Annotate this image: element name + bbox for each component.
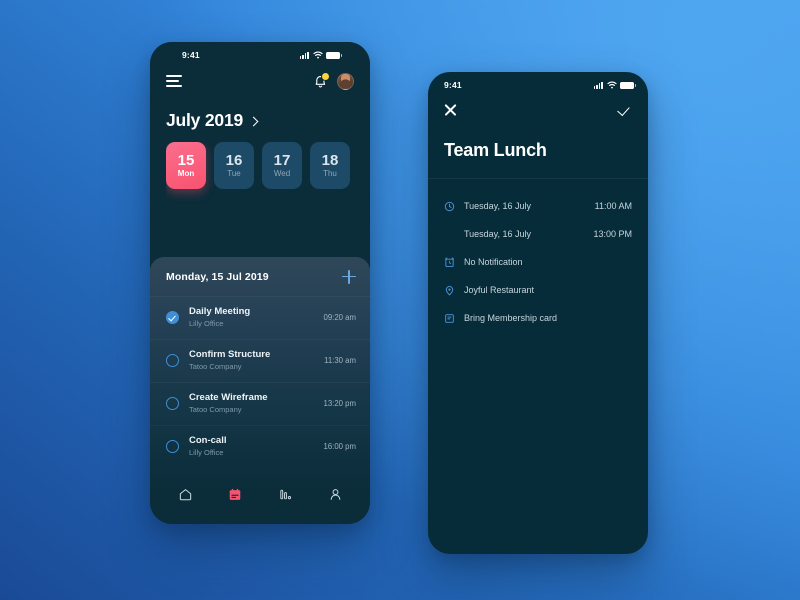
status-bar: 9:41 bbox=[166, 42, 354, 64]
status-time: 9:41 bbox=[182, 50, 200, 60]
task-subtitle: Lilly Office bbox=[189, 319, 224, 329]
bottom-tab-bar bbox=[150, 472, 370, 524]
clock-icon bbox=[444, 201, 455, 212]
task-checkbox[interactable] bbox=[166, 397, 179, 411]
event-start-date: Tuesday, 16 July bbox=[464, 201, 532, 211]
task-time: 16:00 pm bbox=[323, 441, 356, 451]
sidebar-item-home[interactable] bbox=[174, 483, 196, 505]
date-card[interactable]: 15 Mon bbox=[166, 142, 206, 189]
signal-bars-icon bbox=[593, 81, 603, 89]
task-title: Daily Meeting bbox=[189, 306, 251, 317]
task-title: Con-call bbox=[189, 434, 227, 446]
event-title: Team Lunch bbox=[428, 126, 648, 179]
date-card[interactable]: 18 Thu bbox=[310, 142, 350, 189]
selected-day-label: Monday, 15 Jul 2019 bbox=[166, 270, 269, 283]
status-icons bbox=[299, 51, 343, 59]
sidebar-item-stats[interactable] bbox=[274, 483, 296, 505]
event-note: Bring Membership card bbox=[464, 313, 558, 323]
avatar[interactable] bbox=[337, 72, 354, 90]
event-detail-list: Tuesday, 16 July 11:00 AM Tuesday, 16 Ju… bbox=[428, 179, 648, 332]
task-text: Daily Meeting Lilly Office bbox=[189, 306, 313, 330]
date-card[interactable]: 16 Tue bbox=[214, 142, 254, 189]
date-number: 17 bbox=[273, 152, 291, 169]
plus-icon[interactable] bbox=[342, 269, 356, 284]
chart-icon bbox=[279, 489, 291, 499]
app-showcase-canvas: 9:41 July 2019 15 Mon 16 Tue 17 Wed 18 T… bbox=[0, 0, 800, 600]
event-note-row[interactable]: Bring Membership card bbox=[444, 304, 632, 332]
header-actions bbox=[313, 72, 354, 90]
sidebar-item-calendar[interactable] bbox=[224, 483, 246, 505]
status-time: 9:41 bbox=[444, 80, 462, 90]
event-start-row[interactable]: Tuesday, 16 July 11:00 AM bbox=[444, 192, 632, 220]
task-text: Confirm Structure Tatoo Company bbox=[189, 349, 314, 373]
task-text: Create Wireframe Tatoo Company bbox=[189, 392, 313, 416]
sidebar-item-profile[interactable] bbox=[324, 483, 346, 505]
calendar-icon bbox=[229, 488, 241, 500]
page-title: July 2019 bbox=[166, 110, 244, 130]
month-selector[interactable]: July 2019 bbox=[166, 98, 354, 142]
location-pin-icon bbox=[444, 285, 455, 296]
person-icon bbox=[330, 488, 340, 500]
event-end-row[interactable]: Tuesday, 16 July 13:00 PM bbox=[444, 220, 632, 248]
event-location: Joyful Restaurant bbox=[464, 285, 535, 295]
notification-badge bbox=[321, 72, 330, 81]
date-number: 16 bbox=[225, 152, 243, 169]
signal-bars-icon bbox=[299, 51, 309, 59]
date-weekday: Thu bbox=[323, 169, 337, 178]
wifi-icon bbox=[312, 51, 323, 59]
task-time: 13:20 pm bbox=[323, 399, 356, 409]
task-row[interactable]: Create Wireframe Tatoo Company 13:20 pm bbox=[150, 381, 370, 425]
battery-icon bbox=[620, 81, 637, 89]
date-weekday: Mon bbox=[177, 169, 195, 178]
task-time: 11:30 am bbox=[324, 356, 356, 366]
phone-detail-screen: 9:41 Team Lunch Tuesday, 16 July 11:00 A… bbox=[428, 72, 648, 554]
task-subtitle: Lilly Office bbox=[189, 447, 224, 457]
task-subtitle: Tatoo Company bbox=[189, 362, 242, 372]
task-checkbox[interactable] bbox=[166, 354, 179, 368]
event-location-row[interactable]: Joyful Restaurant bbox=[444, 276, 632, 304]
bell-icon[interactable] bbox=[313, 72, 330, 89]
task-title: Confirm Structure bbox=[189, 348, 271, 360]
close-icon[interactable] bbox=[444, 104, 457, 117]
task-sheet-header: Monday, 15 Jul 2019 bbox=[150, 257, 370, 296]
spacer-icon bbox=[444, 229, 455, 240]
date-strip[interactable]: 15 Mon 16 Tue 17 Wed 18 Thu 19 Fri bbox=[166, 142, 354, 205]
home-top-bar bbox=[166, 64, 354, 98]
home-icon bbox=[179, 488, 191, 500]
task-checkbox[interactable] bbox=[166, 439, 179, 453]
event-notification: No Notification bbox=[464, 257, 523, 267]
task-row[interactable]: Con-call Lilly Office 16:00 pm bbox=[150, 424, 370, 468]
event-end-date: Tuesday, 16 July bbox=[464, 229, 532, 239]
detail-action-bar bbox=[428, 94, 648, 126]
home-header: 9:41 July 2019 15 Mon 16 Tue 17 Wed 18 T… bbox=[150, 42, 370, 205]
task-time: 09:20 am bbox=[323, 313, 356, 323]
status-bar: 9:41 bbox=[428, 72, 648, 94]
event-notification-row[interactable]: No Notification bbox=[444, 248, 632, 276]
date-weekday: Wed bbox=[273, 169, 291, 178]
hamburger-menu-icon[interactable] bbox=[166, 72, 182, 89]
battery-icon bbox=[326, 51, 343, 59]
event-end-time: 13:00 PM bbox=[593, 229, 632, 239]
date-number: 18 bbox=[321, 152, 339, 169]
task-sheet: Monday, 15 Jul 2019 Daily Meeting Lilly … bbox=[150, 257, 370, 524]
task-text: Con-call Lilly Office bbox=[189, 435, 313, 459]
note-icon bbox=[444, 313, 455, 324]
task-subtitle: Tatoo Company bbox=[189, 405, 242, 415]
wifi-icon bbox=[606, 81, 617, 89]
task-row[interactable]: Confirm Structure Tatoo Company 11:30 am bbox=[150, 338, 370, 382]
date-card[interactable]: 17 Wed bbox=[262, 142, 302, 189]
status-icons bbox=[593, 81, 637, 89]
task-title: Create Wireframe bbox=[189, 391, 268, 403]
date-weekday: Tue bbox=[227, 169, 241, 178]
alarm-clock-icon bbox=[444, 256, 455, 268]
check-icon[interactable] bbox=[617, 104, 632, 116]
task-row[interactable]: Daily Meeting Lilly Office 09:20 am bbox=[150, 296, 370, 339]
date-number: 15 bbox=[177, 152, 195, 169]
chevron-right-icon bbox=[248, 116, 259, 126]
task-checkbox[interactable] bbox=[166, 311, 179, 325]
phone-home-screen: 9:41 July 2019 15 Mon 16 Tue 17 Wed 18 T… bbox=[150, 42, 370, 524]
event-start-time: 11:00 AM bbox=[594, 201, 632, 211]
